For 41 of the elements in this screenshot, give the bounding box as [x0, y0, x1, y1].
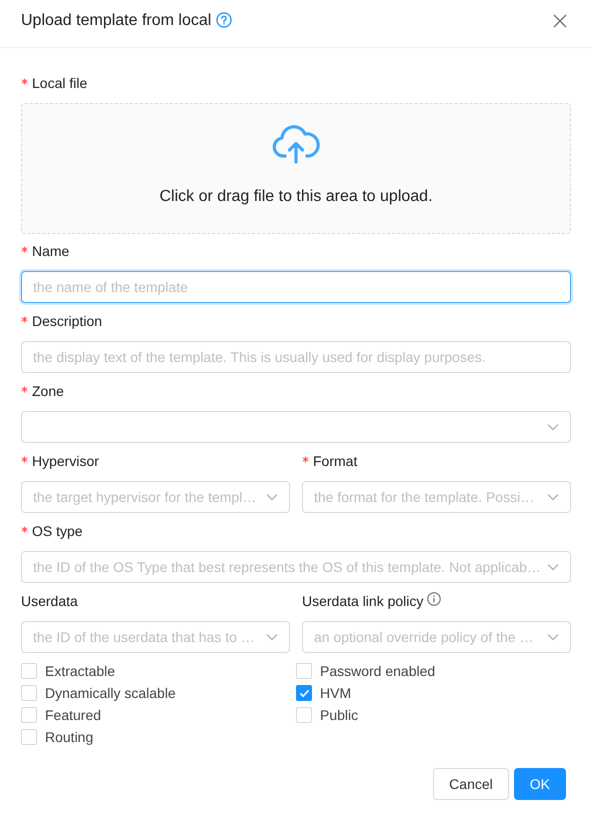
field-label: Userdata	[21, 593, 78, 609]
chevron-down-icon	[547, 493, 559, 501]
field-label: Name	[32, 243, 70, 259]
field-label: Hypervisor	[32, 453, 99, 469]
select-field[interactable]: the ID of the OS Type that best represents the OS of this template. Not applicab…	[21, 551, 571, 583]
field-label: Description	[32, 313, 102, 329]
checkbox-label: Featured	[45, 707, 102, 723]
upload-dropzone[interactable]: Click or drag file to this area to upload.	[21, 103, 571, 234]
select-field[interactable]: an optional override policy of the …	[302, 621, 571, 653]
text-field[interactable]: the name of the template	[21, 271, 571, 303]
checkbox-label: Routing	[45, 729, 94, 745]
checkbox-label: Public	[320, 707, 358, 723]
field-label: Userdata link policy	[302, 593, 424, 609]
chevron-down-icon	[547, 423, 559, 431]
chevron-down-icon	[547, 563, 559, 571]
select-field[interactable]: the format for the template. Possi…	[302, 481, 571, 513]
field-label: Local file	[32, 75, 88, 91]
checkbox-label: Password enabled	[320, 663, 436, 679]
info-icon[interactable]	[427, 592, 442, 606]
chevron-down-icon	[547, 633, 559, 641]
field-label: Format	[313, 453, 358, 469]
ok-button[interactable]: OK	[514, 768, 566, 800]
field-label: OS type	[32, 523, 83, 539]
checkbox-label: HVM	[320, 685, 352, 701]
close-icon[interactable]	[553, 14, 567, 28]
checkbox-label: Extractable	[45, 663, 116, 679]
select-field[interactable]: the ID of the userdata that has to …	[21, 621, 290, 653]
cloud-upload-icon	[272, 124, 320, 164]
upload-hint: Click or drag file to this area to upload.	[159, 188, 433, 206]
checkbox[interactable]	[296, 685, 312, 701]
chevron-down-icon	[266, 493, 278, 501]
chevron-down-icon	[266, 633, 278, 641]
checkbox-label: Dynamically scalable	[45, 685, 176, 701]
help-icon[interactable]	[216, 12, 232, 28]
cancel-button[interactable]: Cancel	[433, 768, 509, 800]
dialog-title: Upload template from local	[21, 11, 212, 31]
text-field[interactable]: the display text of the template. This is usually used for display purposes.	[21, 341, 571, 373]
select-field[interactable]	[21, 411, 571, 443]
field-label: Zone	[32, 383, 64, 399]
checkmark-icon	[298, 688, 310, 698]
select-field[interactable]: the target hypervisor for the templ…	[21, 481, 290, 513]
